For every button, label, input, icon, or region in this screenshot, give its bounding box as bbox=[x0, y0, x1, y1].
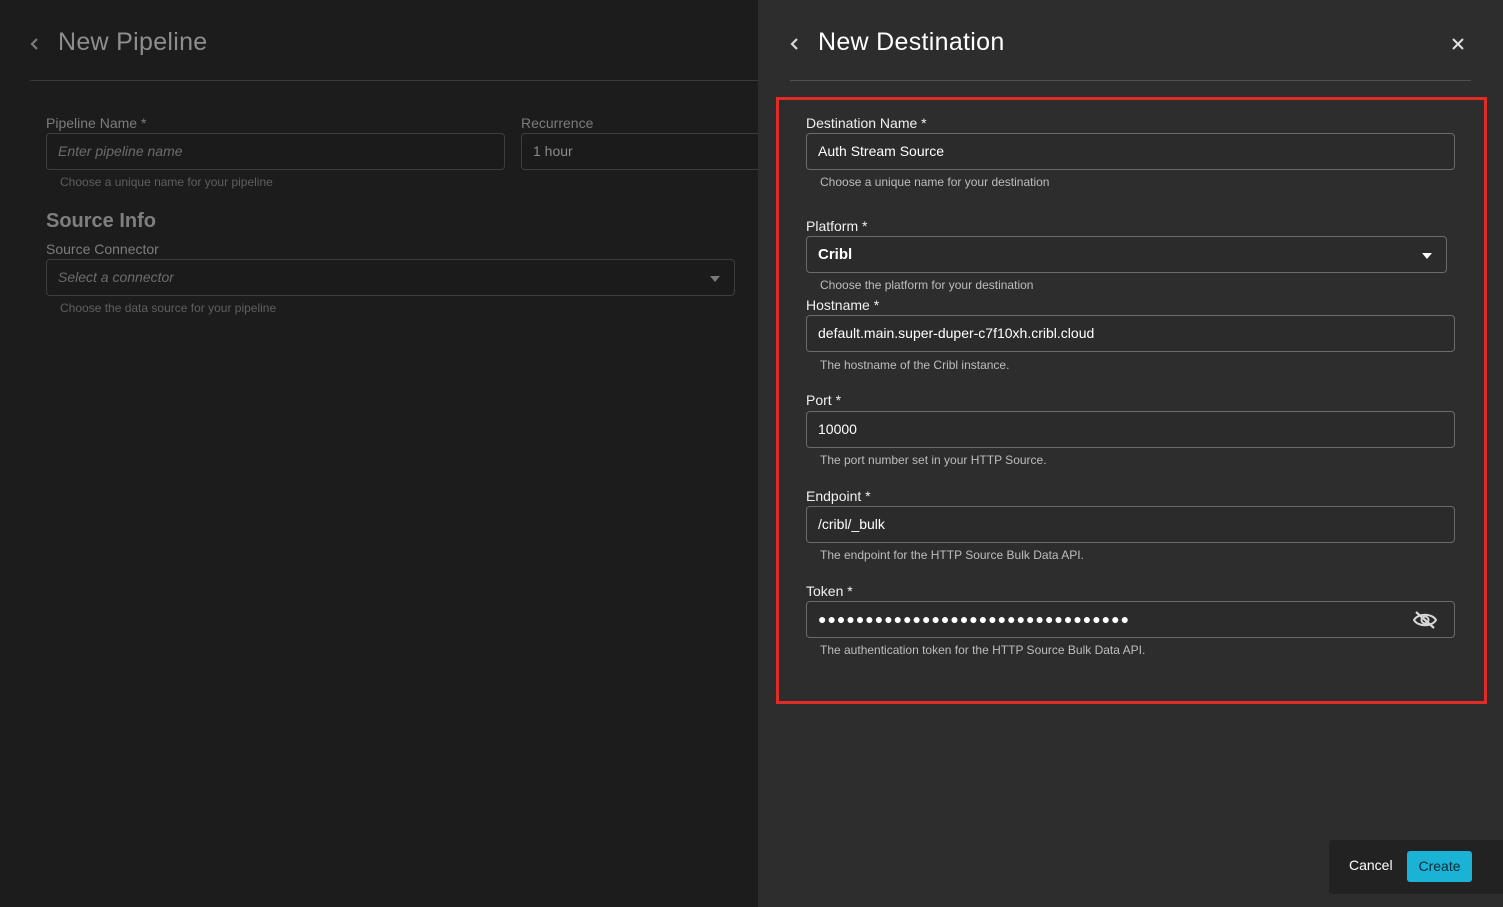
caret-down-icon bbox=[710, 276, 720, 282]
recurrence-label: Recurrence bbox=[521, 115, 594, 131]
back-chevron-icon[interactable] bbox=[786, 32, 804, 56]
pipeline-name-hint: Choose a unique name for your pipeline bbox=[60, 175, 273, 189]
source-info-heading: Source Info bbox=[46, 210, 157, 232]
source-connector-select[interactable]: Select a connector bbox=[46, 259, 735, 296]
token-label: Token * bbox=[806, 583, 853, 599]
token-hint: The authentication token for the HTTP So… bbox=[820, 643, 1146, 657]
hostname-hint: The hostname of the Cribl instance. bbox=[820, 358, 1010, 372]
platform-hint: Choose the platform for your destination bbox=[820, 278, 1034, 292]
port-input[interactable]: 10000 bbox=[806, 411, 1455, 448]
destination-name-input[interactable]: Auth Stream Source bbox=[806, 133, 1455, 170]
source-connector-hint: Choose the data source for your pipeline bbox=[60, 301, 277, 315]
token-masked-value: ●●●●●●●●●●●●●●●●●●●●●●●●●●●●●●●●● bbox=[818, 611, 1131, 627]
endpoint-input[interactable]: /cribl/_bulk bbox=[806, 506, 1455, 543]
new-destination-drawer: New Destination Destination Name * Auth … bbox=[758, 0, 1503, 907]
cancel-button[interactable]: Cancel bbox=[1349, 857, 1393, 873]
pipeline-name-label: Pipeline Name * bbox=[46, 115, 147, 131]
destination-name-label: Destination Name * bbox=[806, 115, 927, 131]
source-connector-label: Source Connector bbox=[46, 241, 159, 257]
port-hint: The port number set in your HTTP Source. bbox=[820, 453, 1047, 467]
eye-off-icon[interactable] bbox=[1412, 610, 1438, 630]
divider bbox=[30, 80, 758, 81]
token-input[interactable]: ●●●●●●●●●●●●●●●●●●●●●●●●●●●●●●●●● bbox=[806, 601, 1455, 638]
destination-name-hint: Choose a unique name for your destinatio… bbox=[820, 175, 1050, 189]
page-title: New Pipeline bbox=[58, 28, 208, 56]
platform-selected-value: Cribl bbox=[818, 246, 853, 263]
create-button[interactable]: Create bbox=[1407, 851, 1472, 882]
drawer-title: New Destination bbox=[818, 28, 1005, 56]
divider bbox=[790, 80, 1471, 81]
endpoint-label: Endpoint * bbox=[806, 488, 871, 504]
endpoint-hint: The endpoint for the HTTP Source Bulk Da… bbox=[820, 548, 1084, 562]
recurrence-select[interactable]: 1 hour bbox=[521, 133, 781, 170]
drawer-footer: Cancel Create bbox=[1329, 840, 1503, 894]
platform-select[interactable]: Cribl bbox=[806, 236, 1447, 273]
background-page: New Pipeline Pipeline Name * Enter pipel… bbox=[0, 0, 781, 907]
hostname-label: Hostname * bbox=[806, 297, 880, 313]
back-chevron-icon[interactable] bbox=[26, 32, 44, 56]
hostname-input[interactable]: default.main.super-duper-c7f10xh.cribl.c… bbox=[806, 315, 1455, 352]
platform-label: Platform * bbox=[806, 218, 868, 234]
caret-down-icon bbox=[1422, 253, 1432, 259]
close-icon[interactable] bbox=[1448, 34, 1468, 54]
source-connector-placeholder: Select a connector bbox=[58, 269, 174, 285]
pipeline-name-input[interactable]: Enter pipeline name bbox=[46, 133, 505, 170]
port-label: Port * bbox=[806, 392, 842, 408]
